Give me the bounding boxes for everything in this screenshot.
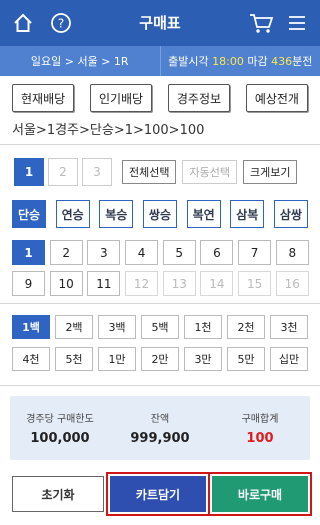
deadline-unit: 분전 bbox=[292, 55, 313, 68]
divider bbox=[0, 385, 320, 386]
start-prefix: 출발시각 bbox=[168, 55, 209, 68]
horse-number-button-disabled: 13 bbox=[162, 271, 196, 296]
buy-now-button[interactable]: 바로구매 bbox=[208, 472, 312, 516]
amount-button[interactable]: 5백 bbox=[141, 315, 179, 339]
page-button-2[interactable]: 2 bbox=[48, 158, 78, 186]
svg-text:?: ? bbox=[58, 17, 64, 31]
amount-button[interactable]: 5만 bbox=[227, 347, 265, 371]
horse-number-button[interactable]: 10 bbox=[49, 271, 83, 296]
amount-button[interactable]: 2천 bbox=[227, 315, 265, 339]
tab-popular-odds[interactable]: 인기배당 bbox=[89, 84, 153, 112]
horse-number-button[interactable]: 8 bbox=[275, 240, 309, 265]
amount-button[interactable]: 5천 bbox=[55, 347, 93, 371]
horse-number-button[interactable]: 2 bbox=[49, 240, 83, 265]
tab-race-info[interactable]: 경주정보 bbox=[167, 84, 231, 112]
bet-type-trio[interactable]: 삼복 bbox=[230, 200, 265, 228]
page-button-3[interactable]: 3 bbox=[82, 158, 112, 186]
total-summary: 구매합계 100 bbox=[210, 396, 310, 460]
horse-number-grid: 1 2 3 4 5 6 7 8 9 10 11 12 13 14 15 16 bbox=[12, 240, 309, 296]
bet-type-row: 단승 연승 복승 쌍승 복연 삼복 삼쌍 bbox=[12, 200, 308, 228]
horse-number-button[interactable]: 1 bbox=[12, 240, 45, 265]
bet-type-quinella-place[interactable]: 복연 bbox=[186, 200, 221, 228]
amount-button[interactable]: 1만 bbox=[98, 347, 136, 371]
add-to-cart-button[interactable]: 카트담기 bbox=[106, 472, 210, 516]
total-value: 100 bbox=[246, 431, 274, 446]
home-icon[interactable] bbox=[8, 8, 38, 38]
bet-type-place[interactable]: 연승 bbox=[55, 200, 90, 228]
bet-type-win[interactable]: 단승 bbox=[12, 200, 46, 228]
total-label: 구매합계 bbox=[241, 414, 279, 425]
info-tabs: 현재배당 인기배당 경주정보 예상전개 bbox=[0, 84, 320, 112]
page-button-1[interactable]: 1 bbox=[14, 158, 44, 186]
horse-number-button[interactable]: 7 bbox=[238, 240, 272, 265]
top-bar: ? 구매표 bbox=[0, 0, 320, 46]
bet-type-trifecta[interactable]: 삼쌍 bbox=[273, 200, 308, 228]
amount-button[interactable]: 1천 bbox=[184, 315, 222, 339]
action-bar: 초기화 카트담기 바로구매 bbox=[12, 472, 312, 516]
horse-number-button-disabled: 12 bbox=[125, 271, 159, 296]
start-time: 18:00 bbox=[212, 54, 244, 68]
select-all-button[interactable]: 전체선택 bbox=[122, 160, 177, 184]
amount-button[interactable]: 1백 bbox=[12, 315, 50, 339]
bet-type-exacta[interactable]: 쌍승 bbox=[142, 200, 177, 228]
amount-button[interactable]: 2백 bbox=[55, 315, 93, 339]
amount-button[interactable]: 십만 bbox=[270, 347, 308, 371]
race-info-bar: 일요일 > 서울 > 1R 출발시각 18:00 마감 436 분전 bbox=[0, 46, 320, 76]
amount-button[interactable]: 3천 bbox=[270, 315, 308, 339]
amount-grid: 1백 2백 3백 5백 1천 2천 3천 4천 5천 1만 2만 3만 5만 십… bbox=[12, 315, 308, 371]
amount-button[interactable]: 4천 bbox=[12, 347, 50, 371]
race-selector[interactable]: 일요일 > 서울 > 1R bbox=[0, 46, 161, 76]
horse-number-button-disabled: 15 bbox=[238, 271, 272, 296]
deadline-label: 마감 bbox=[247, 55, 268, 68]
auto-select-button[interactable]: 자동선택 bbox=[182, 160, 237, 184]
purchase-summary: 경주당 구매한도 100,000 잔액 999,900 구매합계 100 bbox=[10, 396, 310, 460]
horse-number-button-disabled: 16 bbox=[275, 271, 309, 296]
zoom-button[interactable]: 크게보기 bbox=[242, 160, 298, 184]
breadcrumb: 서울>1경주>단승>1>100>100 bbox=[12, 123, 205, 138]
race-label: 일요일 > 서울 > 1R bbox=[30, 55, 129, 68]
amount-button[interactable]: 3만 bbox=[184, 347, 222, 371]
horse-number-button[interactable]: 5 bbox=[162, 240, 196, 265]
horse-number-button[interactable]: 9 bbox=[12, 271, 45, 296]
divider bbox=[0, 144, 320, 145]
balance-value: 999,900 bbox=[130, 431, 190, 446]
limit-label: 경주당 구매한도 bbox=[26, 414, 94, 425]
amount-button[interactable]: 3백 bbox=[98, 315, 136, 339]
amount-button[interactable]: 2만 bbox=[141, 347, 179, 371]
cart-icon[interactable] bbox=[246, 8, 276, 38]
reset-button[interactable]: 초기화 bbox=[12, 476, 104, 512]
start-time-info: 출발시각 18:00 마감 436 분전 bbox=[161, 46, 320, 76]
help-icon[interactable]: ? bbox=[46, 8, 76, 38]
limit-summary: 경주당 구매한도 100,000 bbox=[10, 396, 110, 460]
horse-number-button[interactable]: 3 bbox=[87, 240, 121, 265]
horse-number-button[interactable]: 4 bbox=[125, 240, 159, 265]
tab-current-odds[interactable]: 현재배당 bbox=[12, 84, 75, 112]
limit-value: 100,000 bbox=[30, 431, 90, 446]
balance-label: 잔액 bbox=[150, 414, 170, 425]
horse-number-button[interactable]: 11 bbox=[87, 271, 121, 296]
horse-number-button[interactable]: 6 bbox=[200, 240, 234, 265]
deadline-value: 436 bbox=[271, 54, 293, 68]
horse-number-button-disabled: 14 bbox=[200, 271, 234, 296]
divider bbox=[0, 303, 320, 304]
balance-summary: 잔액 999,900 bbox=[110, 396, 210, 460]
bet-type-quinella[interactable]: 복승 bbox=[99, 200, 134, 228]
tab-forecast[interactable]: 예상전개 bbox=[245, 84, 308, 112]
menu-icon[interactable] bbox=[282, 8, 312, 38]
ticket-page-row: 1 2 3 전체선택 자동선택 크게보기 bbox=[14, 158, 298, 186]
